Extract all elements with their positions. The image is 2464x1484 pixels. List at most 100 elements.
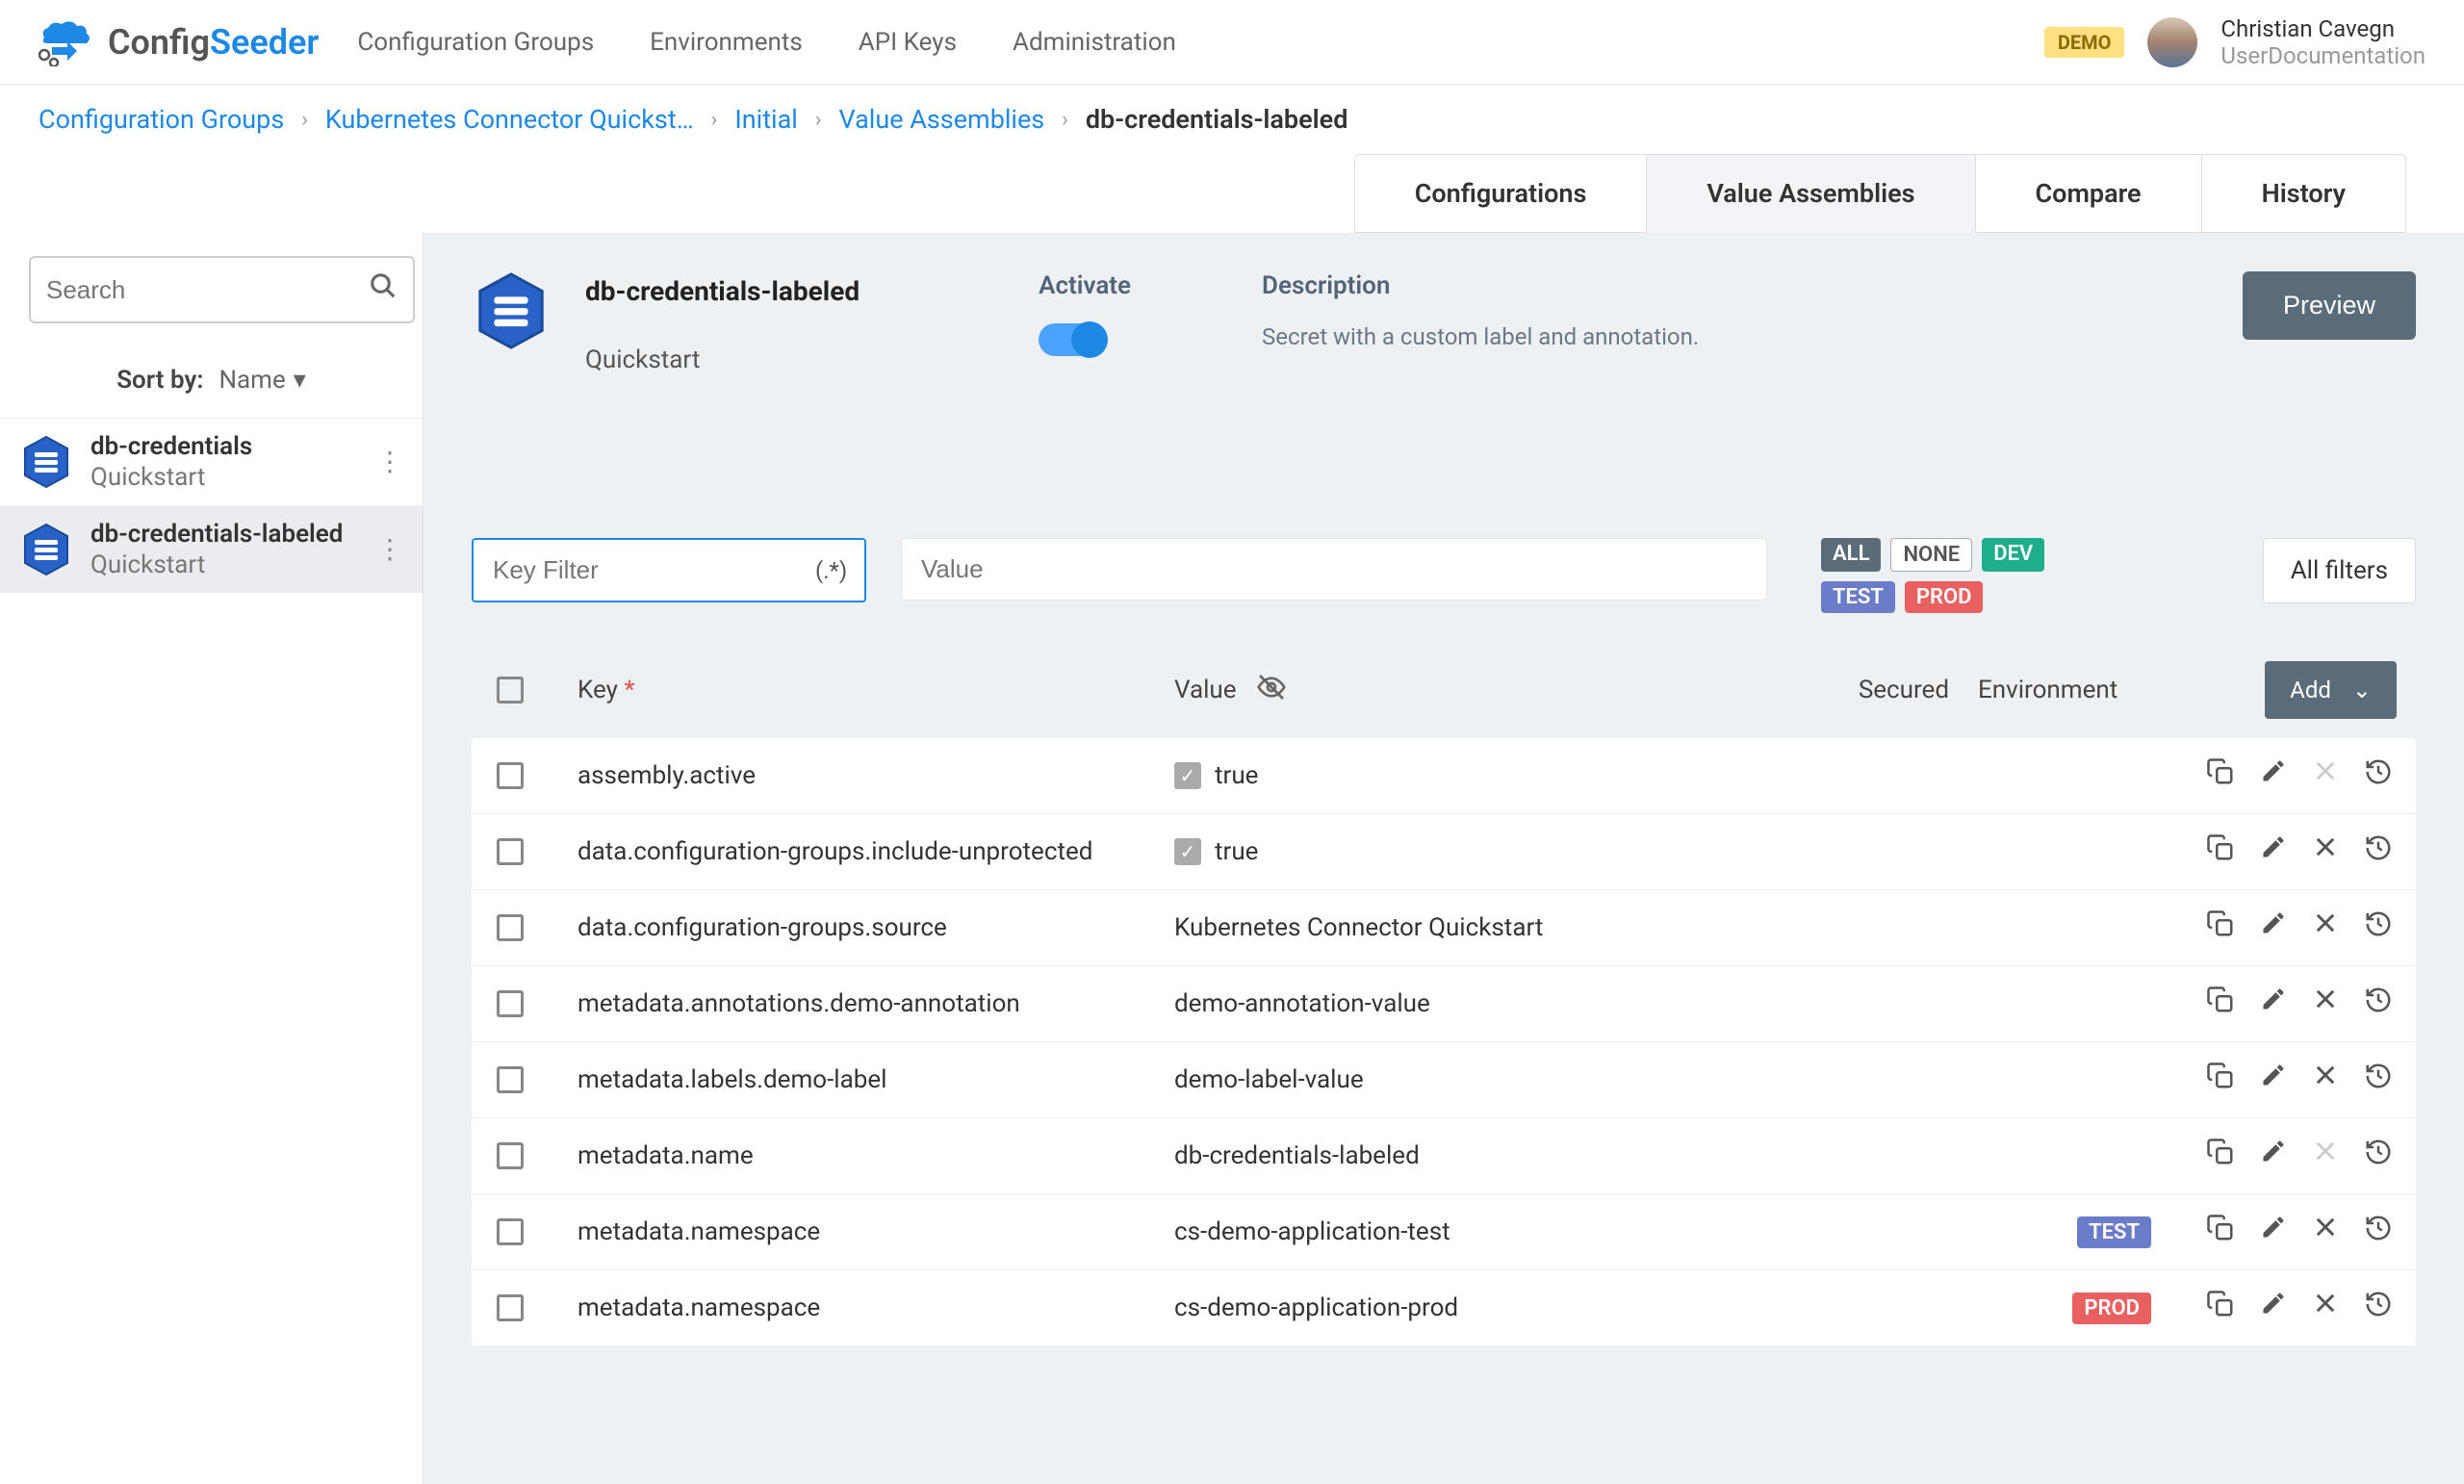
copy-icon[interactable]	[2206, 757, 2235, 794]
history-icon[interactable]	[2364, 1062, 2393, 1098]
edit-icon[interactable]	[2260, 909, 2287, 946]
table-row: data.configuration-groups.include-unprot…	[472, 813, 2416, 889]
env-tag-prod[interactable]: PROD	[1905, 581, 1984, 613]
copy-icon[interactable]	[2206, 833, 2235, 870]
value-filter-box[interactable]	[901, 538, 1767, 601]
delete-icon[interactable]	[2312, 985, 2339, 1022]
env-tag-all[interactable]: ALL	[1821, 538, 1881, 572]
history-icon[interactable]	[2364, 909, 2393, 946]
copy-icon[interactable]	[2206, 1214, 2235, 1250]
value-filter-input[interactable]	[921, 554, 1747, 584]
tab-configurations[interactable]: Configurations	[1354, 154, 1648, 233]
crumb-config-groups[interactable]: Configuration Groups	[38, 104, 284, 135]
all-filters-button[interactable]: All filters	[2263, 538, 2416, 603]
row-checkbox[interactable]	[497, 914, 524, 941]
edit-icon[interactable]	[2260, 1138, 2287, 1174]
row-checkbox[interactable]	[497, 838, 524, 865]
preview-button[interactable]: Preview	[2243, 271, 2416, 340]
copy-icon[interactable]	[2206, 985, 2235, 1022]
chevron-right-icon: ›	[301, 108, 308, 132]
row-checkbox[interactable]	[497, 1218, 524, 1245]
avatar[interactable]	[2147, 17, 2197, 67]
history-icon[interactable]	[2364, 1290, 2393, 1326]
row-checkbox[interactable]	[497, 990, 524, 1017]
search-icon[interactable]	[369, 271, 398, 308]
edit-icon[interactable]	[2260, 1062, 2287, 1098]
add-button[interactable]: Add ⌄	[2265, 661, 2397, 719]
user-name: Christian Cavegn	[2220, 15, 2426, 42]
delete-icon[interactable]	[2312, 833, 2339, 870]
delete-icon[interactable]	[2312, 1290, 2339, 1326]
main-area: + Sort by: Name ▾ db-credentials Quickst…	[0, 233, 2464, 1484]
sidebar-item-db-credentials-labeled[interactable]: db-credentials-labeled Quickstart ⋮	[0, 505, 423, 593]
select-all-checkbox[interactable]	[497, 677, 524, 704]
nav-configuration-groups[interactable]: Configuration Groups	[357, 28, 594, 57]
edit-icon[interactable]	[2260, 1290, 2287, 1326]
tab-compare[interactable]: Compare	[1975, 154, 2202, 233]
copy-icon[interactable]	[2206, 1290, 2235, 1326]
crumb-group[interactable]: Kubernetes Connector Quickst…	[325, 104, 694, 135]
sort-dropdown[interactable]: Name ▾	[218, 366, 305, 395]
history-icon[interactable]	[2364, 985, 2393, 1022]
copy-icon[interactable]	[2206, 1062, 2235, 1098]
table-row: assembly.active ✓true	[472, 738, 2416, 813]
env-tag-none[interactable]: NONE	[1890, 538, 1972, 572]
tab-history[interactable]: History	[2201, 154, 2406, 233]
edit-icon[interactable]	[2260, 833, 2287, 870]
history-icon[interactable]	[2364, 1138, 2393, 1174]
eye-off-icon[interactable]	[1256, 672, 1287, 709]
check-icon: ✓	[1174, 838, 1201, 865]
sidebar-item-title: db-credentials-labeled	[90, 520, 359, 549]
crumb-value-assemblies[interactable]: Value Assemblies	[838, 104, 1044, 135]
row-checkbox[interactable]	[497, 1066, 524, 1093]
nav-environments[interactable]: Environments	[650, 28, 803, 57]
table-row: data.configuration-groups.source Kuberne…	[472, 889, 2416, 965]
history-icon[interactable]	[2364, 757, 2393, 794]
more-icon[interactable]: ⋮	[376, 543, 403, 556]
env-tag-dev[interactable]: DEV	[1982, 538, 2044, 572]
table-row: metadata.namespace cs-demo-application-p…	[472, 1269, 2416, 1345]
sidebar-item-sub: Quickstart	[90, 463, 359, 492]
copy-icon[interactable]	[2206, 1138, 2235, 1174]
cell-key: data.configuration-groups.source	[549, 913, 1174, 942]
crumb-version[interactable]: Initial	[734, 104, 797, 135]
logo-text: ConfigSeeder	[108, 22, 319, 63]
cell-key: assembly.active	[549, 761, 1174, 790]
history-icon[interactable]	[2364, 1214, 2393, 1250]
delete-icon[interactable]	[2312, 1214, 2339, 1250]
sidebar-search-box[interactable]	[29, 256, 415, 323]
search-input[interactable]	[46, 275, 369, 305]
regex-toggle[interactable]: (.*)	[815, 557, 847, 584]
key-filter-box[interactable]: (.*)	[472, 538, 866, 602]
cell-key: metadata.annotations.demo-annotation	[549, 989, 1174, 1018]
logo[interactable]: ConfigSeeder	[38, 18, 319, 66]
delete-icon[interactable]	[2312, 1062, 2339, 1098]
main-nav: Configuration Groups Environments API Ke…	[357, 28, 1176, 57]
row-checkbox[interactable]	[497, 762, 524, 789]
env-badge: TEST	[2077, 1216, 2151, 1248]
nav-administration[interactable]: Administration	[1013, 28, 1176, 57]
edit-icon[interactable]	[2260, 985, 2287, 1022]
nav-api-keys[interactable]: API Keys	[859, 28, 957, 57]
table-row: metadata.labels.demo-label demo-label-va…	[472, 1041, 2416, 1117]
sidebar-item-db-credentials[interactable]: db-credentials Quickstart ⋮	[0, 418, 423, 505]
cell-value: cs-demo-application-prod	[1174, 1293, 1819, 1322]
description-label: Description	[1262, 271, 1699, 300]
assembly-title: db-credentials-labeled	[585, 275, 860, 307]
header-right: DEMO Christian Cavegn UserDocumentation	[2044, 15, 2426, 69]
more-icon[interactable]: ⋮	[376, 455, 403, 469]
tab-value-assemblies[interactable]: Value Assemblies	[1646, 154, 1975, 233]
row-checkbox[interactable]	[497, 1142, 524, 1169]
copy-icon[interactable]	[2206, 909, 2235, 946]
edit-icon[interactable]	[2260, 757, 2287, 794]
edit-icon[interactable]	[2260, 1214, 2287, 1250]
delete-icon[interactable]	[2312, 909, 2339, 946]
env-tag-test[interactable]: TEST	[1821, 581, 1895, 613]
table-header: Key * Value Secured Environment Add ⌄	[472, 642, 2416, 738]
chevron-right-icon: ›	[711, 108, 718, 132]
row-checkbox[interactable]	[497, 1294, 524, 1321]
activate-toggle[interactable]	[1039, 323, 1106, 356]
history-icon[interactable]	[2364, 833, 2393, 870]
assembly-icon	[19, 435, 73, 489]
key-filter-input[interactable]	[493, 555, 815, 585]
